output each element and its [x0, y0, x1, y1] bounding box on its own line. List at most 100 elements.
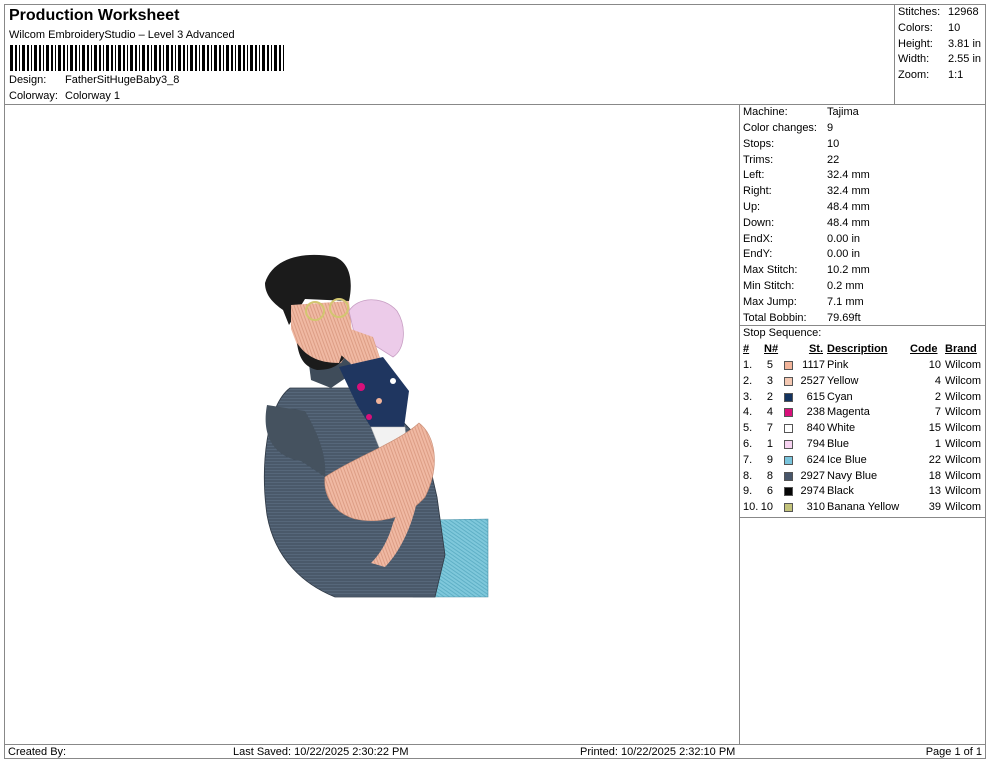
stat-label: Stitches: — [898, 6, 941, 18]
design-label: Design: — [9, 74, 47, 86]
software-name: Wilcom EmbroideryStudio – Level 3 Advanc… — [9, 29, 235, 41]
divider — [740, 517, 985, 518]
row-brand: Wilcom — [945, 438, 982, 450]
row-code: 22 — [928, 454, 941, 466]
row-needle: 9 — [766, 454, 773, 466]
row-description: Magenta — [827, 406, 870, 418]
row-needle: 3 — [766, 375, 773, 387]
row-description: Ice Blue — [827, 454, 867, 466]
color-swatch — [784, 503, 793, 512]
color-swatch — [784, 487, 793, 496]
info-label: Up: — [743, 201, 761, 213]
row-num: 1. — [743, 359, 753, 371]
info-label: Total Bobbin: — [743, 312, 807, 324]
row-code: 39 — [928, 501, 941, 513]
row-num: 9. — [743, 485, 753, 497]
stat-value: 2.55 in — [948, 53, 982, 65]
color-swatch — [784, 424, 793, 433]
row-code: 15 — [928, 422, 941, 434]
row-num: 4. — [743, 406, 753, 418]
stat-label: Height: — [898, 38, 933, 50]
row-num: 10. — [743, 501, 759, 513]
row-stitches: 840 — [806, 422, 825, 434]
info-label: Machine: — [743, 106, 788, 118]
row-num: 3. — [743, 391, 753, 403]
last-saved: Last Saved: 10/22/2025 2:30:22 PM — [233, 746, 409, 758]
info-label: EndY: — [743, 248, 773, 260]
info-label: Down: — [743, 217, 775, 229]
colorway-label: Colorway: — [9, 90, 58, 102]
info-label: Trims: — [743, 154, 774, 166]
row-num: 2. — [743, 375, 753, 387]
col-brand-header: Brand — [945, 343, 977, 355]
stat-value: 3.81 in — [948, 38, 982, 50]
info-label: Max Jump: — [743, 296, 797, 308]
info-value: 48.4 mm — [827, 201, 870, 213]
row-stitches: 2927 — [800, 470, 825, 482]
worksheet-footer: Created By: Last Saved: 10/22/2025 2:30:… — [4, 744, 986, 759]
color-swatch — [784, 456, 793, 465]
info-row: Max Stitch: 10.2 mm — [743, 263, 870, 278]
design-row: Design: FatherSitHugeBaby3_8 — [9, 74, 179, 86]
row-needle: 1 — [766, 438, 773, 450]
row-num: 6. — [743, 438, 753, 450]
row-code: 4 — [934, 375, 941, 387]
row-description: Yellow — [827, 375, 859, 387]
stat-row: Stitches: 12968 — [898, 6, 979, 18]
color-swatch — [784, 361, 793, 370]
info-value: 0.00 in — [827, 248, 861, 260]
row-needle: 8 — [766, 470, 773, 482]
info-row: Trims: 22 — [743, 153, 839, 168]
color-swatch — [784, 377, 793, 386]
info-value: 32.4 mm — [827, 185, 870, 197]
row-num: 7. — [743, 454, 753, 466]
row-stitches: 615 — [806, 391, 825, 403]
row-stitches: 2974 — [800, 485, 825, 497]
row-needle: 10 — [760, 501, 773, 513]
row-code: 10 — [928, 359, 941, 371]
row-description: Pink — [827, 359, 849, 371]
info-row: Total Bobbin: 79.69ft — [743, 311, 861, 326]
row-brand: Wilcom — [945, 422, 982, 434]
stat-label: Zoom: — [898, 69, 930, 81]
worksheet-header: Production Worksheet Wilcom EmbroiderySt… — [4, 4, 895, 105]
row-code: 18 — [928, 470, 941, 482]
color-swatch — [784, 393, 793, 402]
row-brand: Wilcom — [945, 470, 982, 482]
machine-info-panel: Machine: Tajima Color changes: 9 Stops: 10 … — [739, 104, 986, 745]
info-row: EndX: 0.00 in — [743, 232, 860, 247]
row-needle: 4 — [766, 406, 773, 418]
stat-value: 1:1 — [948, 69, 964, 81]
info-row: Left: 32.4 mm — [743, 168, 870, 183]
color-swatch — [784, 408, 793, 417]
info-value: 32.4 mm — [827, 169, 870, 181]
info-row: Right: 32.4 mm — [743, 184, 870, 199]
info-value: Tajima — [827, 106, 859, 118]
col-needle-header: N# — [764, 343, 779, 355]
info-value: 0.00 in — [827, 233, 861, 245]
row-brand: Wilcom — [945, 454, 982, 466]
stat-label: Colors: — [898, 22, 933, 34]
stats-panel: Stitches: 12968 Colors: 10 Height: 3.81 in … — [894, 4, 986, 105]
stat-row: Zoom: 1:1 — [898, 69, 963, 81]
col-stitches-header: St. — [808, 343, 823, 355]
row-stitches: 794 — [806, 438, 825, 450]
colorway-value: Colorway 1 — [65, 90, 121, 102]
color-swatch — [784, 472, 793, 481]
page-number: Page 1 of 1 — [925, 746, 982, 758]
stat-label: Width: — [898, 53, 930, 65]
col-code-header: Code — [910, 343, 938, 355]
stat-value: 10 — [948, 22, 961, 34]
row-num: 5. — [743, 422, 753, 434]
info-row: Min Stitch: 0.2 mm — [743, 279, 864, 294]
row-needle: 7 — [766, 422, 773, 434]
row-stitches: 2527 — [800, 375, 825, 387]
design-value: FatherSitHugeBaby3_8 — [65, 74, 180, 86]
info-label: Color changes: — [743, 122, 817, 134]
row-needle: 5 — [766, 359, 773, 371]
row-needle: 6 — [766, 485, 773, 497]
row-code: 1 — [934, 438, 941, 450]
row-description: Cyan — [827, 391, 853, 403]
row-description: Blue — [827, 438, 850, 450]
color-swatch — [784, 440, 793, 449]
